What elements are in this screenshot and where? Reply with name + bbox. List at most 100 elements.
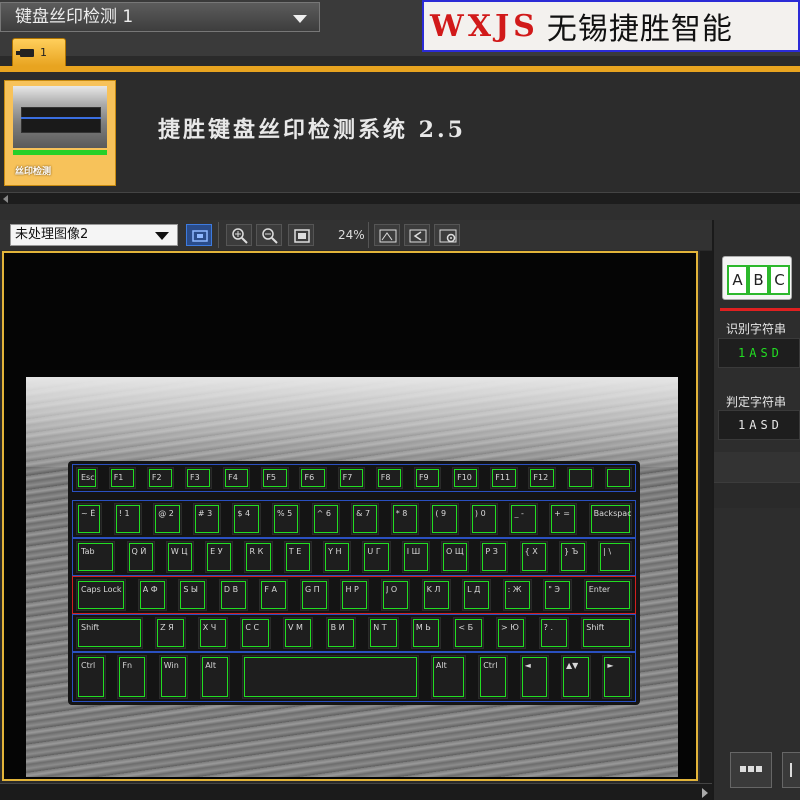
settings-tool-button[interactable] <box>434 224 460 246</box>
keycap-label: Ctrl <box>81 661 96 670</box>
keycap-label: F8 <box>380 473 391 482</box>
run-icon <box>790 763 792 777</box>
fit-screen-button[interactable] <box>288 224 314 246</box>
keycap-label: ◄ <box>524 661 531 670</box>
keycap-label: F12 <box>533 473 549 482</box>
panel-section <box>714 482 800 508</box>
ocr-tool-icon[interactable]: A B C <box>722 256 792 300</box>
keycap-label: _ - <box>514 509 524 518</box>
ocr-letter: B <box>748 265 769 295</box>
zoom-level: 24% <box>338 228 365 242</box>
keycap-label: | \ <box>603 547 612 556</box>
keycap-label: F11 <box>495 473 511 482</box>
image-source-value: 未处理图像2 <box>15 227 89 242</box>
keycap-label: Caps Lock <box>81 585 122 594</box>
keycap-label: @ 2 <box>158 509 174 518</box>
keycap-label: ( 9 <box>435 509 447 518</box>
keycap-label: G П <box>304 585 320 594</box>
roi-tool-button[interactable] <box>374 224 400 246</box>
shape-icon <box>379 229 397 243</box>
keycap-label: Z Я <box>160 623 174 632</box>
keycap-label: ! 1 <box>118 509 130 518</box>
viewport-horizontal-scrollbar[interactable] <box>0 783 712 800</box>
keycap-label: * 8 <box>395 509 408 518</box>
keycap-label: Shift <box>586 623 605 632</box>
keycap-label: ) 0 <box>474 509 486 518</box>
divider <box>0 204 800 220</box>
keycap-label: I Ш <box>406 547 421 556</box>
scene-selector-value: 键盘丝印检测 1 <box>15 7 134 27</box>
keycap-label: C С <box>245 623 260 632</box>
camera-tab-1[interactable]: 1 <box>12 38 66 66</box>
edit-tool-button[interactable] <box>404 224 430 246</box>
scroll-left-icon[interactable] <box>3 195 8 203</box>
keycap-label: K Л <box>426 585 441 594</box>
toolbar-separator <box>218 222 219 248</box>
keycap-label: U Г <box>367 547 381 556</box>
grid-view-button[interactable] <box>730 752 772 788</box>
keycap-label: Ctrl <box>483 661 498 670</box>
run-button[interactable] <box>782 752 800 788</box>
keycap-label: Enter <box>588 585 611 594</box>
keycap-label: T Е <box>288 547 302 556</box>
chevron-down-icon <box>155 232 169 240</box>
tab-label: 1 <box>40 46 47 59</box>
thumbnail-status-bar <box>13 150 107 155</box>
keycap-label: & 7 <box>356 509 371 518</box>
keycap-label: Q Й <box>131 547 147 556</box>
recognized-string-label: 识别字符串 <box>726 322 787 336</box>
keycap-label: $ 4 <box>237 509 251 518</box>
recognized-string-value: 1ASD <box>738 346 783 360</box>
keycap-label: % 5 <box>277 509 293 518</box>
keycap-label: ▲▼ <box>566 661 579 670</box>
character-detection-box <box>606 469 630 487</box>
keycap-label: D В <box>223 585 239 594</box>
row-region-qwerty-row <box>72 538 636 576</box>
keycap-label: " Э <box>548 585 560 594</box>
zoom-in-button[interactable] <box>226 224 252 246</box>
result-panel <box>712 220 800 800</box>
keycap-label: Fn <box>122 661 133 670</box>
keycap-label: O Щ <box>446 547 464 556</box>
scene-selector[interactable]: 键盘丝印检测 1 <box>0 2 320 32</box>
keycap-label: F7 <box>342 473 353 482</box>
inspection-thumbnail-card[interactable]: 丝印检测 <box>4 80 116 186</box>
brand-banner: WXJS 无锡捷胜智能 <box>422 0 800 52</box>
keycap-label: Shift <box>81 623 100 632</box>
keycap-label: ? . <box>543 623 553 632</box>
keycap-label: R К <box>249 547 264 556</box>
fit-window-button[interactable] <box>186 224 212 246</box>
panel-accent-line <box>720 308 800 311</box>
image-viewport[interactable]: Esc F1 F2 F3 F4 F5 F6 F7 F8 F9 F10 F11 F12 ~ Ё ! 1 @ 2 #… <box>2 251 698 781</box>
scroll-right-icon[interactable] <box>702 788 708 798</box>
keycap-label: { Х <box>524 547 538 556</box>
ocr-letter: A <box>727 265 748 295</box>
gear-icon <box>439 229 457 243</box>
keycap-label: # 3 <box>197 509 213 518</box>
keycap-label: H Р <box>345 585 359 594</box>
keycap-label: V М <box>287 623 303 632</box>
character-detection-box <box>243 657 418 697</box>
edit-icon <box>409 229 427 243</box>
viewport-vertical-scrollbar[interactable] <box>700 251 712 783</box>
ribbon-scrollbar[interactable] <box>0 192 800 204</box>
keycap-label: Win <box>163 661 179 670</box>
camera-icon <box>16 49 34 57</box>
keycap-label: S Ы <box>183 585 198 594</box>
keycap-label: Alt <box>435 661 447 670</box>
keycap-label: > Ю <box>501 623 519 632</box>
image-source-select[interactable]: 未处理图像2 <box>10 224 178 246</box>
judge-string-value: 1ASD <box>738 418 783 432</box>
zoom-out-button[interactable] <box>256 224 282 246</box>
ocr-letter: C <box>769 265 790 295</box>
fullscreen-icon <box>294 229 310 243</box>
keycap-label: F А <box>264 585 278 594</box>
keycap-label: Tab <box>81 547 95 556</box>
chevron-down-icon <box>293 15 307 23</box>
fit-icon <box>192 230 208 242</box>
keycap-label: W Ц <box>170 547 188 556</box>
keycap-label: F1 <box>113 473 124 482</box>
keycap-label: Esc <box>81 473 95 482</box>
grid-icon <box>740 766 762 772</box>
camera-image-glare <box>26 377 678 467</box>
